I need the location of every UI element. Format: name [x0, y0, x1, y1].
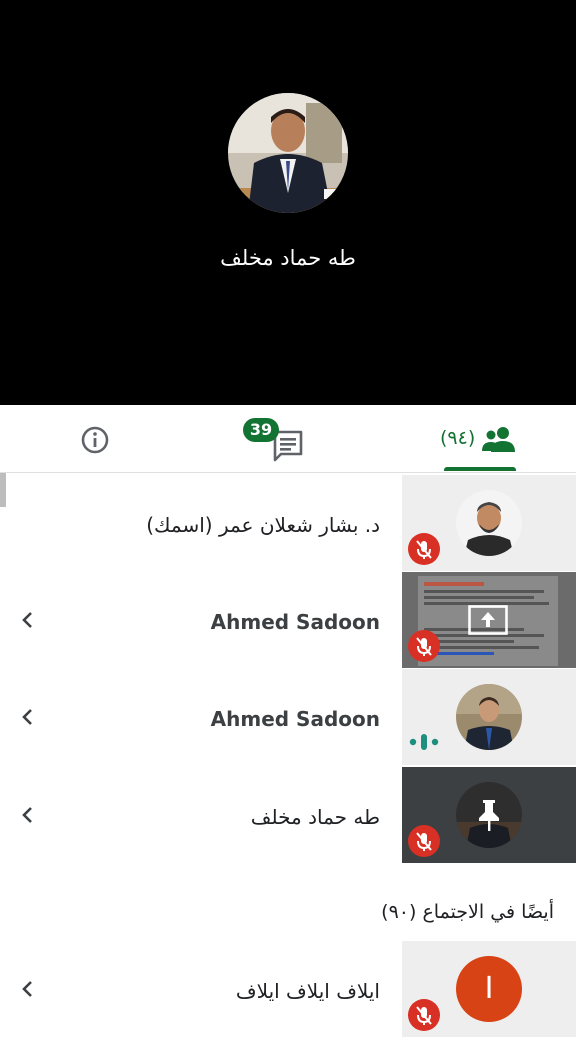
tab-chat[interactable]: 39 [243, 416, 307, 464]
chat-unread-badge: 39 [243, 418, 279, 442]
present-screen-icon [468, 605, 508, 635]
tab-people[interactable]: (٩٤) [440, 419, 520, 459]
participant-name: طه حماد مخلف [250, 805, 380, 829]
speaker-avatar [228, 93, 348, 213]
participant-name: Ahmed Sadoon [210, 610, 380, 634]
active-tab-indicator [444, 467, 516, 471]
participant-initial-avatar: I [456, 956, 522, 1022]
panel-tabs: 39 (٩٤) [0, 405, 576, 473]
participant-row[interactable]: د. بشار شعلان عمر (اسمك) [0, 475, 576, 571]
chevron-left-icon[interactable] [20, 979, 34, 999]
speaker-name: طه حماد مخلف [220, 246, 356, 270]
participant-row[interactable]: I ايلاف ايلاف ايلاف [0, 941, 576, 1037]
speaking-indicator-icon [409, 734, 439, 750]
chevron-left-icon[interactable] [20, 805, 34, 825]
pin-icon [479, 800, 499, 831]
participant-name: ايلاف ايلاف ايلاف [235, 979, 380, 1003]
chevron-left-icon[interactable] [20, 707, 34, 727]
participant-row[interactable]: طه حماد مخلف [0, 767, 576, 863]
also-in-meeting-title: أيضًا في الاجتماع (٩٠) [381, 901, 554, 923]
info-icon [81, 426, 109, 454]
participant-row[interactable]: Ahmed Sadoon [0, 572, 576, 668]
chevron-left-icon[interactable] [20, 610, 34, 630]
mic-off-icon [408, 999, 440, 1031]
mic-off-icon [408, 630, 440, 662]
tab-info[interactable] [80, 425, 110, 455]
people-count: (٩٤) [440, 427, 476, 449]
participant-avatar [456, 684, 522, 750]
participant-avatar [456, 490, 522, 556]
people-icon [482, 427, 515, 452]
participant-list[interactable]: د. بشار شعلان عمر (اسمك) Ahmed Sadoon Ah… [0, 473, 576, 1037]
main-stage: طه حماد مخلف [0, 0, 576, 405]
participant-row[interactable]: Ahmed Sadoon [0, 669, 576, 765]
participant-name: د. بشار شعلان عمر (اسمك) [146, 513, 380, 537]
mic-off-icon [408, 533, 440, 565]
mic-off-icon [408, 825, 440, 857]
participant-name: Ahmed Sadoon [210, 707, 380, 731]
